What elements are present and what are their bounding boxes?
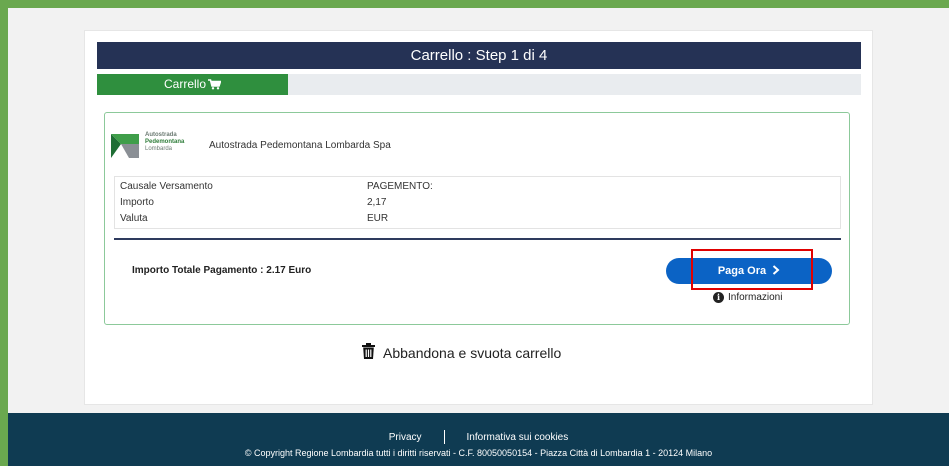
step-title: Carrello : Step 1 di 4 bbox=[410, 47, 548, 64]
footer-divider bbox=[443, 430, 445, 444]
copyright-text: © Copyright Regione Lombardia tutti i di… bbox=[244, 448, 713, 458]
divider bbox=[114, 238, 841, 240]
cookies-link[interactable]: Informativa sui cookies bbox=[467, 432, 569, 443]
pedemontana-logo-icon bbox=[111, 134, 139, 158]
trash-icon bbox=[362, 343, 375, 362]
detail-row-importo: Importo bbox=[120, 196, 154, 209]
cart-box: Autostrada Pedemontana Lombarda Autostra… bbox=[104, 112, 850, 325]
progress-fill: Carrello bbox=[97, 74, 288, 95]
progress-bar: Carrello bbox=[97, 74, 861, 95]
total-amount: Importo Totale Pagamento : 2.17 Euro bbox=[132, 265, 312, 276]
logo-line-2: Pedemontana bbox=[145, 139, 185, 145]
page-frame: Carrello : Step 1 di 4 Carrello Autostra… bbox=[8, 8, 949, 466]
detail-value: PAGEMENTO: bbox=[367, 181, 433, 192]
shopping-cart-icon bbox=[208, 76, 222, 97]
detail-value: 2,17 bbox=[367, 197, 387, 208]
checkout-card: Carrello : Step 1 di 4 Carrello Autostra… bbox=[84, 30, 873, 405]
logo-line-3: Lombarda bbox=[145, 146, 173, 152]
logo-line-1: Autostrada bbox=[145, 132, 177, 138]
abandon-cart-label: Abbandona e svuota carrello bbox=[383, 344, 562, 361]
detail-row-causale: Causale Versamento bbox=[120, 180, 213, 193]
detail-label: Importo bbox=[120, 197, 154, 208]
step-header: Carrello : Step 1 di 4 bbox=[97, 42, 861, 69]
privacy-link[interactable]: Privacy bbox=[389, 432, 422, 443]
detail-value: EUR bbox=[367, 213, 389, 224]
payment-details-table: Causale Versamento PAGEMENTO: Importo 2,… bbox=[114, 176, 841, 229]
detail-row-valuta: Valuta bbox=[120, 212, 148, 225]
pay-button-highlight bbox=[691, 249, 813, 290]
info-label: Informazioni bbox=[728, 292, 783, 303]
info-link[interactable]: i Informazioni bbox=[713, 292, 782, 303]
info-circle-icon: i bbox=[713, 292, 724, 303]
creditor-name: Autostrada Pedemontana Lombarda Spa bbox=[209, 140, 391, 151]
progress-label: Carrello bbox=[163, 77, 206, 91]
abandon-cart-link[interactable]: Abbandona e svuota carrello bbox=[362, 343, 561, 362]
footer-links: Privacy Informativa sui cookies bbox=[8, 430, 949, 444]
creditor-logo: Autostrada Pedemontana Lombarda bbox=[111, 129, 207, 163]
detail-label: Valuta bbox=[120, 213, 148, 224]
detail-label: Causale Versamento bbox=[120, 181, 213, 192]
footer: Privacy Informativa sui cookies © Copyrig… bbox=[8, 413, 949, 466]
